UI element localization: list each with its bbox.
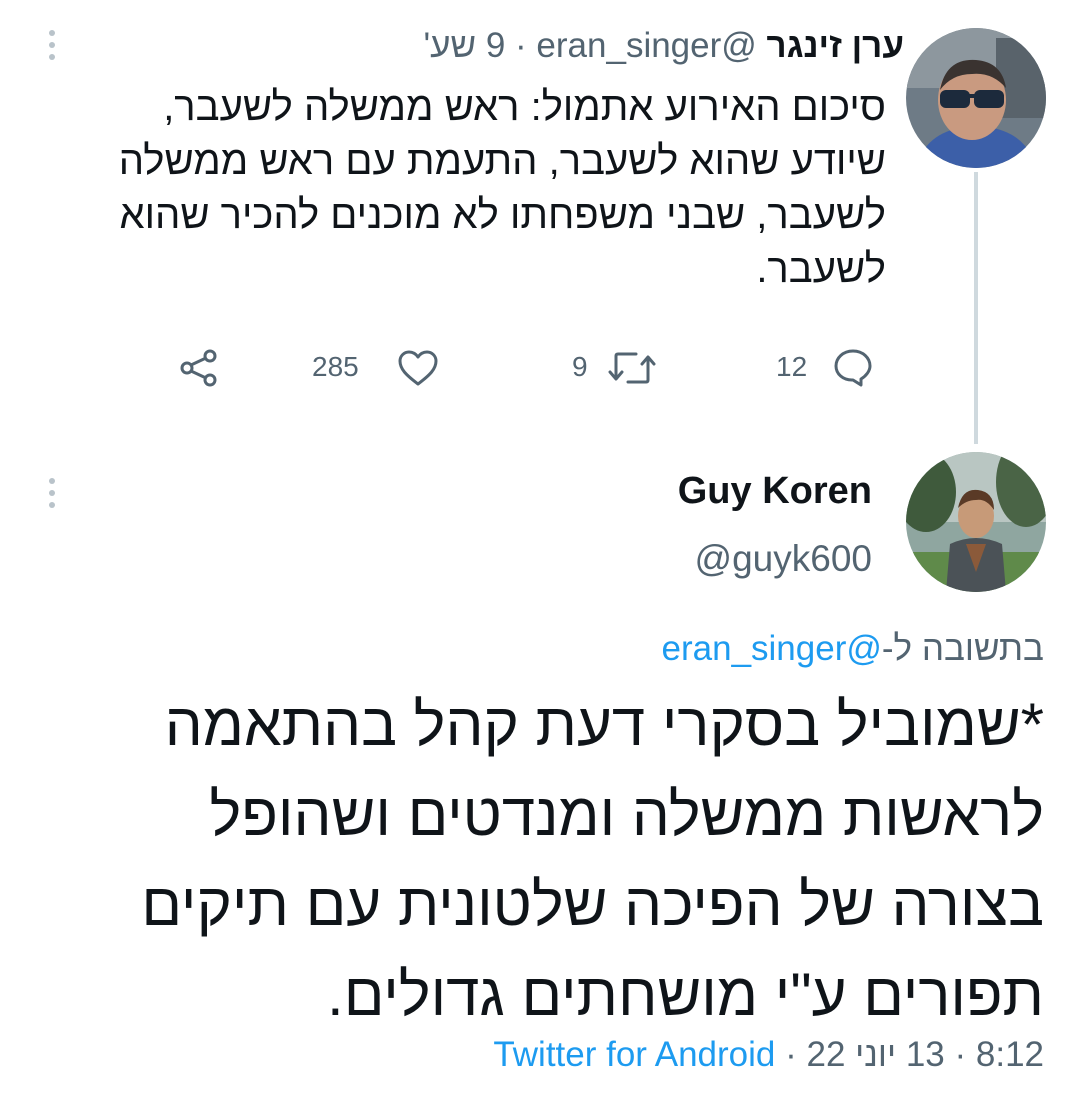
reply-source[interactable]: Twitter for Android (493, 1035, 775, 1074)
reply-tweet-meta: 8:12 · 13 יוני 22 · Twitter for Android (493, 1030, 1044, 1080)
more-vertical-icon[interactable] (48, 478, 56, 514)
original-tweet-text: סיכום האירוע אתמול: ראש ממשלה לשעבר, שיו… (118, 85, 886, 291)
original-author-handle[interactable]: @eran_singer (536, 26, 756, 65)
meta-separator: · (954, 1035, 967, 1074)
share-icon[interactable] (178, 348, 220, 388)
original-tweet-time[interactable]: 9 שע' (424, 26, 506, 65)
original-author-avatar[interactable] (906, 28, 1046, 168)
avatar-photo-eran (906, 28, 1046, 168)
thread-connector-line (974, 172, 978, 444)
reply-author-avatar[interactable] (906, 452, 1046, 592)
replying-to-line: בתשובה ל-@eran_singer (662, 624, 1044, 674)
reply-time[interactable]: 8:12 (976, 1035, 1044, 1074)
retweet-icon[interactable] (606, 348, 658, 388)
replying-to-mention[interactable]: @eran_singer (662, 629, 882, 668)
reply-date[interactable]: 13 יוני 22 (807, 1035, 945, 1074)
reply-tweet-text: *שמוביל בסקרי דעת קהל בהתאמה לראשות ממשל… (141, 691, 1044, 1028)
comment-icon[interactable] (832, 346, 874, 388)
avatar-photo-guy (906, 452, 1046, 592)
reply-count: 12 (776, 351, 808, 382)
reply-author-handle[interactable]: @guyk600 (695, 534, 872, 584)
retweet-count: 9 (572, 351, 588, 382)
meta-separator: · (785, 1035, 797, 1074)
replying-to-label: בתשובה ל- (881, 629, 1044, 668)
original-tweet-header: ערן זינגר @eran_singer · 9 שע' (424, 22, 905, 70)
reply-author-name[interactable]: Guy Koren (678, 466, 872, 516)
original-author-name[interactable]: ערן זינגר (767, 26, 904, 65)
more-vertical-icon[interactable] (48, 30, 56, 66)
heart-icon[interactable] (396, 348, 440, 388)
like-count: 285 (312, 351, 359, 382)
header-separator: · (515, 26, 527, 65)
